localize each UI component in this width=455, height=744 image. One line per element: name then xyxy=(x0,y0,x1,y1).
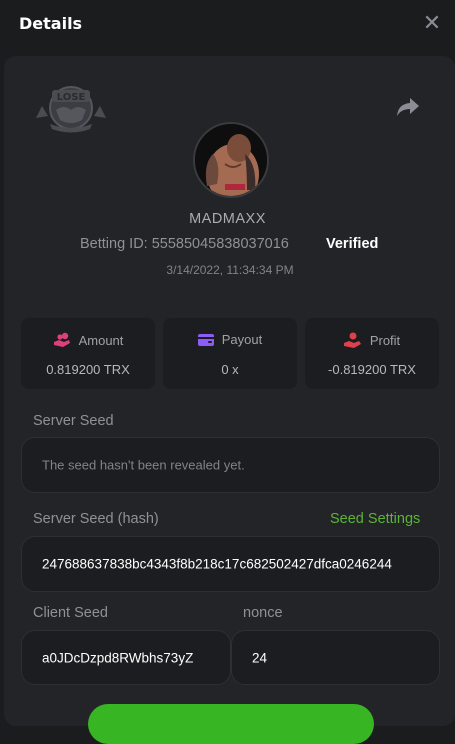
dialog-title: Details xyxy=(19,14,83,33)
amount-label: Amount xyxy=(78,332,124,348)
betting-id-line: Betting ID: 55585045838037016 xyxy=(80,236,289,252)
badge-text: LOSE xyxy=(57,92,86,103)
share-icon[interactable] xyxy=(396,96,420,118)
payout-card: Payout 0 x xyxy=(163,318,297,389)
server-seed-label: Server Seed xyxy=(33,413,114,429)
profit-label: Profit xyxy=(369,332,401,348)
client-seed-value: a0JDcDzpd8RWbhs73yZ xyxy=(42,650,194,665)
profit-value: -0.819200 TRX xyxy=(328,362,416,377)
wallet-card-icon xyxy=(197,333,214,346)
amount-card: Amount 0.819200 TRX xyxy=(21,318,155,389)
dialog-header: Details ✕ xyxy=(0,0,455,52)
server-seed-hash-field[interactable]: 247688637838bc4343f8b218c17c682502427dfc… xyxy=(21,536,440,592)
player-username: MADMAXX xyxy=(189,211,266,227)
nonce-value: 24 xyxy=(252,650,268,665)
server-seed-value: The seed hasn't been revealed yet. xyxy=(42,457,245,473)
seed-settings-link[interactable]: Seed Settings xyxy=(330,511,420,527)
verify-button[interactable] xyxy=(88,704,374,744)
nonce-label: nonce xyxy=(243,605,283,621)
server-seed-hash-label: Server Seed (hash) xyxy=(33,511,159,527)
profit-hand-icon xyxy=(343,332,361,348)
client-seed-label: Client Seed xyxy=(33,605,108,621)
close-icon[interactable]: ✕ xyxy=(421,12,443,34)
payout-label: Payout xyxy=(221,332,263,347)
betting-id-label: Betting ID: xyxy=(80,236,148,252)
profit-card: Profit -0.819200 TRX xyxy=(305,318,439,389)
betting-id-value: 55585045838037016 xyxy=(151,236,289,252)
client-seed-field[interactable]: a0JDcDzpd8RWbhs73yZ xyxy=(21,630,231,685)
amount-value: 0.819200 TRX xyxy=(46,362,130,377)
bet-timestamp: 3/14/2022, 11:34:34 PM xyxy=(166,263,294,277)
server-seed-hash-value: 247688637838bc4343f8b218c17c682502427dfc… xyxy=(42,556,392,572)
verified-status: Verified xyxy=(326,236,379,252)
coins-hand-icon xyxy=(53,332,70,347)
lose-badge-icon: LOSE xyxy=(36,86,106,133)
server-seed-field[interactable]: The seed hasn't been revealed yet. xyxy=(21,437,440,493)
payout-value: 0 x xyxy=(221,362,239,377)
nonce-field[interactable]: 24 xyxy=(231,630,440,685)
avatar xyxy=(193,122,269,198)
